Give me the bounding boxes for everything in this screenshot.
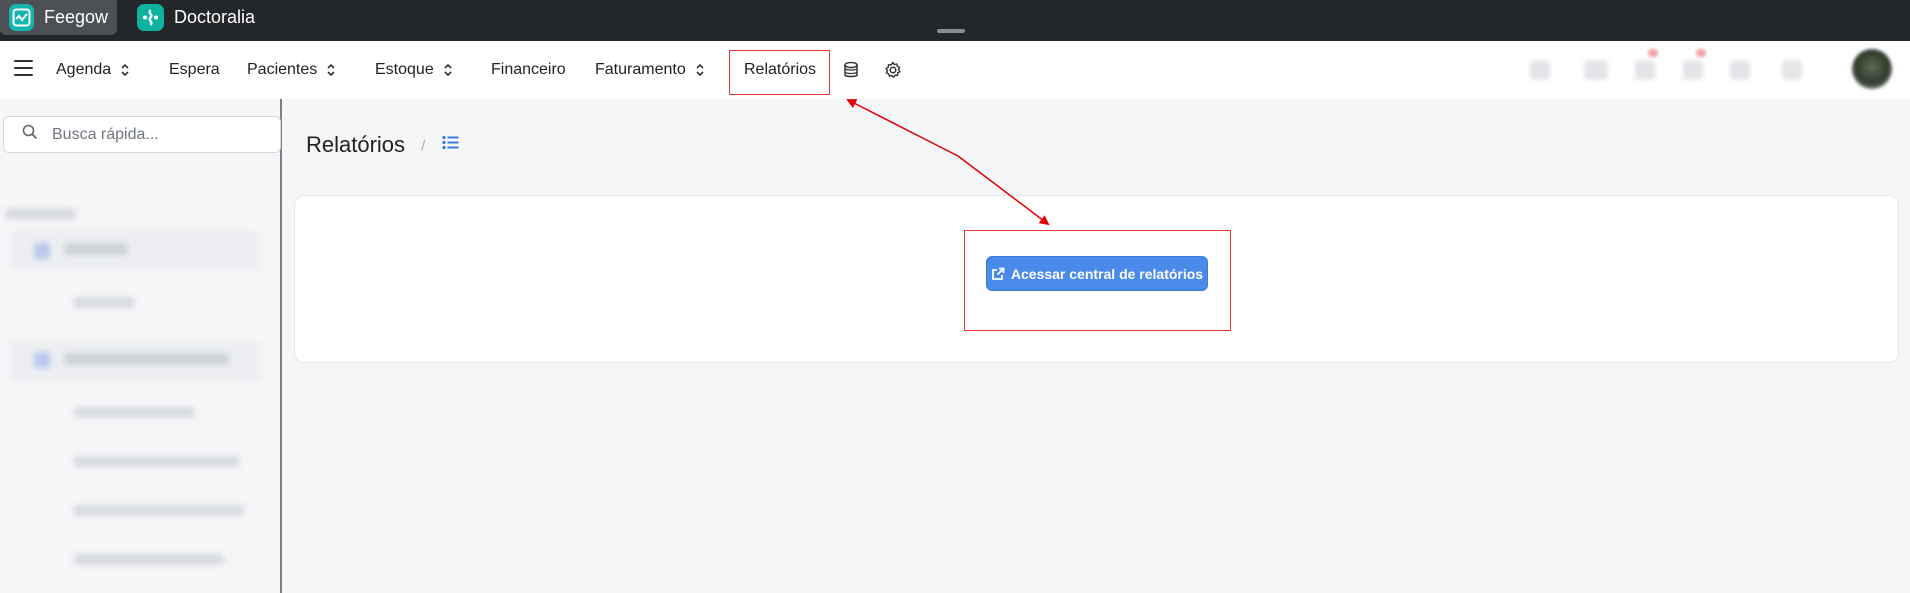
search-icon: [22, 124, 38, 145]
feegow-logo-icon: [9, 4, 34, 31]
nav-item-label: Agenda: [56, 61, 112, 78]
page-header: Relatórios /: [306, 128, 459, 162]
nav-item-label: Pacientes: [247, 61, 318, 78]
annotation-arrow: [846, 99, 959, 157]
list-icon[interactable]: [441, 135, 459, 155]
nav-item-label: Espera: [169, 61, 220, 78]
cta-label: Acessar central de relatórios: [1010, 265, 1204, 282]
page-title: Relatórios: [306, 132, 406, 157]
chevron-up-down-icon: [121, 63, 129, 77]
nav-item-label: Financeiro: [491, 61, 566, 78]
sidebar-item-icon: [34, 243, 50, 259]
sidebar: [0, 99, 282, 593]
gear-icon[interactable]: [883, 60, 903, 80]
sidebar-subitem[interactable]: [74, 554, 224, 565]
phone-icon[interactable]: [1530, 60, 1550, 80]
chevron-up-down-icon: [696, 63, 704, 77]
quick-search[interactable]: [3, 116, 281, 153]
external-link-icon: [991, 267, 1005, 280]
tasks-icon[interactable]: [1683, 60, 1703, 80]
nav-item-faturamento[interactable]: Faturamento: [595, 41, 704, 99]
nav-item-financeiro[interactable]: Financeiro: [491, 41, 566, 99]
hamburger-icon[interactable]: [14, 60, 33, 76]
sidebar-item-label: [64, 243, 128, 255]
apps-icon[interactable]: [1782, 60, 1802, 80]
search-input[interactable]: [52, 125, 272, 144]
chevron-up-down-icon: [327, 63, 335, 77]
sidebar-subitem[interactable]: [74, 297, 134, 308]
app-tab-label: Feegow: [43, 7, 108, 27]
navbar-right-icons: [1500, 44, 1910, 96]
doctoralia-logo-icon: [137, 4, 164, 31]
avatar[interactable]: [1852, 49, 1892, 89]
breadcrumb-separator: /: [421, 138, 426, 155]
app-bar: Feegow Doctoralia: [0, 0, 1910, 41]
chevron-up-down-icon: [444, 63, 452, 77]
app-tab-label: Doctoralia: [174, 7, 256, 27]
open-reports-center-button[interactable]: Acessar central de relatórios: [986, 256, 1208, 291]
sidebar-item-label: [64, 353, 229, 365]
sidebar-section-heading: [6, 209, 76, 219]
app-tab-feegow[interactable]: Feegow: [0, 0, 117, 35]
sidebar-item-icon: [34, 352, 50, 368]
nav-item-pacientes[interactable]: Pacientes: [247, 41, 335, 99]
chat-icon[interactable]: [1584, 60, 1608, 80]
sidebar-subitem[interactable]: [74, 407, 194, 418]
database-icon[interactable]: [841, 60, 861, 80]
app-tab-doctoralia[interactable]: Doctoralia: [128, 0, 268, 35]
sidebar-subitem[interactable]: [74, 505, 244, 516]
nav-item-agenda[interactable]: Agenda: [56, 41, 129, 99]
nav-item-label: Estoque: [375, 61, 434, 78]
notifications-icon[interactable]: [1635, 60, 1655, 80]
sidebar-menu-blurred: [0, 209, 270, 593]
notification-badge: [1696, 49, 1706, 57]
nav-item-estoque[interactable]: Estoque: [375, 41, 452, 99]
nav-item-label: Faturamento: [595, 61, 686, 78]
sidebar-subitem[interactable]: [74, 456, 239, 467]
drag-handle[interactable]: [937, 29, 965, 33]
annotation-box-relatorios: [729, 50, 830, 95]
notification-badge: [1648, 49, 1658, 57]
nav-item-espera[interactable]: Espera: [169, 41, 220, 99]
messages-icon[interactable]: [1730, 60, 1750, 80]
